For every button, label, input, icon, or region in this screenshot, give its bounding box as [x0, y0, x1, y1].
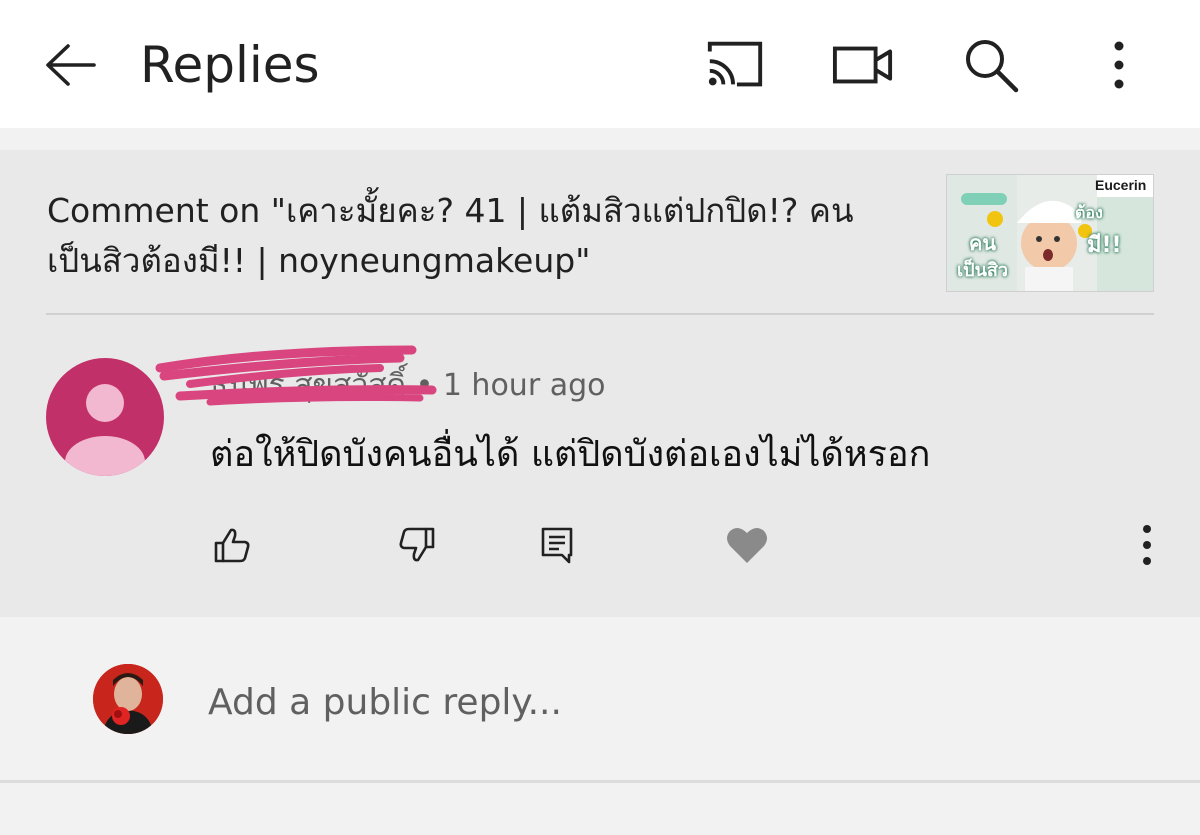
- dislike-icon[interactable]: [392, 520, 442, 570]
- my-avatar[interactable]: [93, 664, 163, 734]
- thumbnail-text: เป็นสิว: [957, 260, 1008, 281]
- back-arrow-icon[interactable]: [40, 34, 102, 96]
- bottom-divider: [0, 780, 1200, 783]
- separator-gap: [0, 128, 1200, 150]
- comment-more-icon[interactable]: [1122, 520, 1172, 570]
- comment-panel: Comment on "เคาะมั้ยคะ? 41 | แต้มสิวแต่ป…: [0, 150, 1200, 617]
- redaction-scribble: [155, 345, 437, 406]
- reply-bar: [0, 617, 1200, 780]
- thumbnail-text: ต้อง: [1075, 203, 1103, 222]
- more-vertical-icon[interactable]: [1088, 34, 1150, 96]
- video-camera-icon[interactable]: [832, 34, 894, 96]
- like-icon[interactable]: [207, 520, 257, 570]
- video-context-link[interactable]: Comment on "เคาะมั้ยคะ? 41 | แต้มสิวแต่ป…: [47, 186, 917, 286]
- app-bar: Replies: [0, 0, 1200, 128]
- reply-icon[interactable]: [532, 520, 582, 570]
- thumbnail-text: มี!!: [1087, 233, 1122, 258]
- video-thumbnail[interactable]: Eucerin ต้อง มี!! คน เป็นสิว: [946, 174, 1154, 292]
- page-title: Replies: [140, 36, 320, 94]
- divider: [46, 313, 1154, 315]
- comment-text: ต่อให้ปิดบังคนอื่นได้ แต่ปิดบังต่อเองไม่…: [210, 434, 931, 475]
- reply-input[interactable]: [208, 672, 1108, 732]
- cast-icon[interactable]: [704, 34, 766, 96]
- comment-time: 1 hour ago: [442, 368, 606, 403]
- thumbnail-brand: Eucerin: [1095, 177, 1147, 193]
- commenter-avatar[interactable]: [46, 358, 164, 476]
- search-icon[interactable]: [960, 34, 1022, 96]
- heart-icon[interactable]: [722, 520, 772, 570]
